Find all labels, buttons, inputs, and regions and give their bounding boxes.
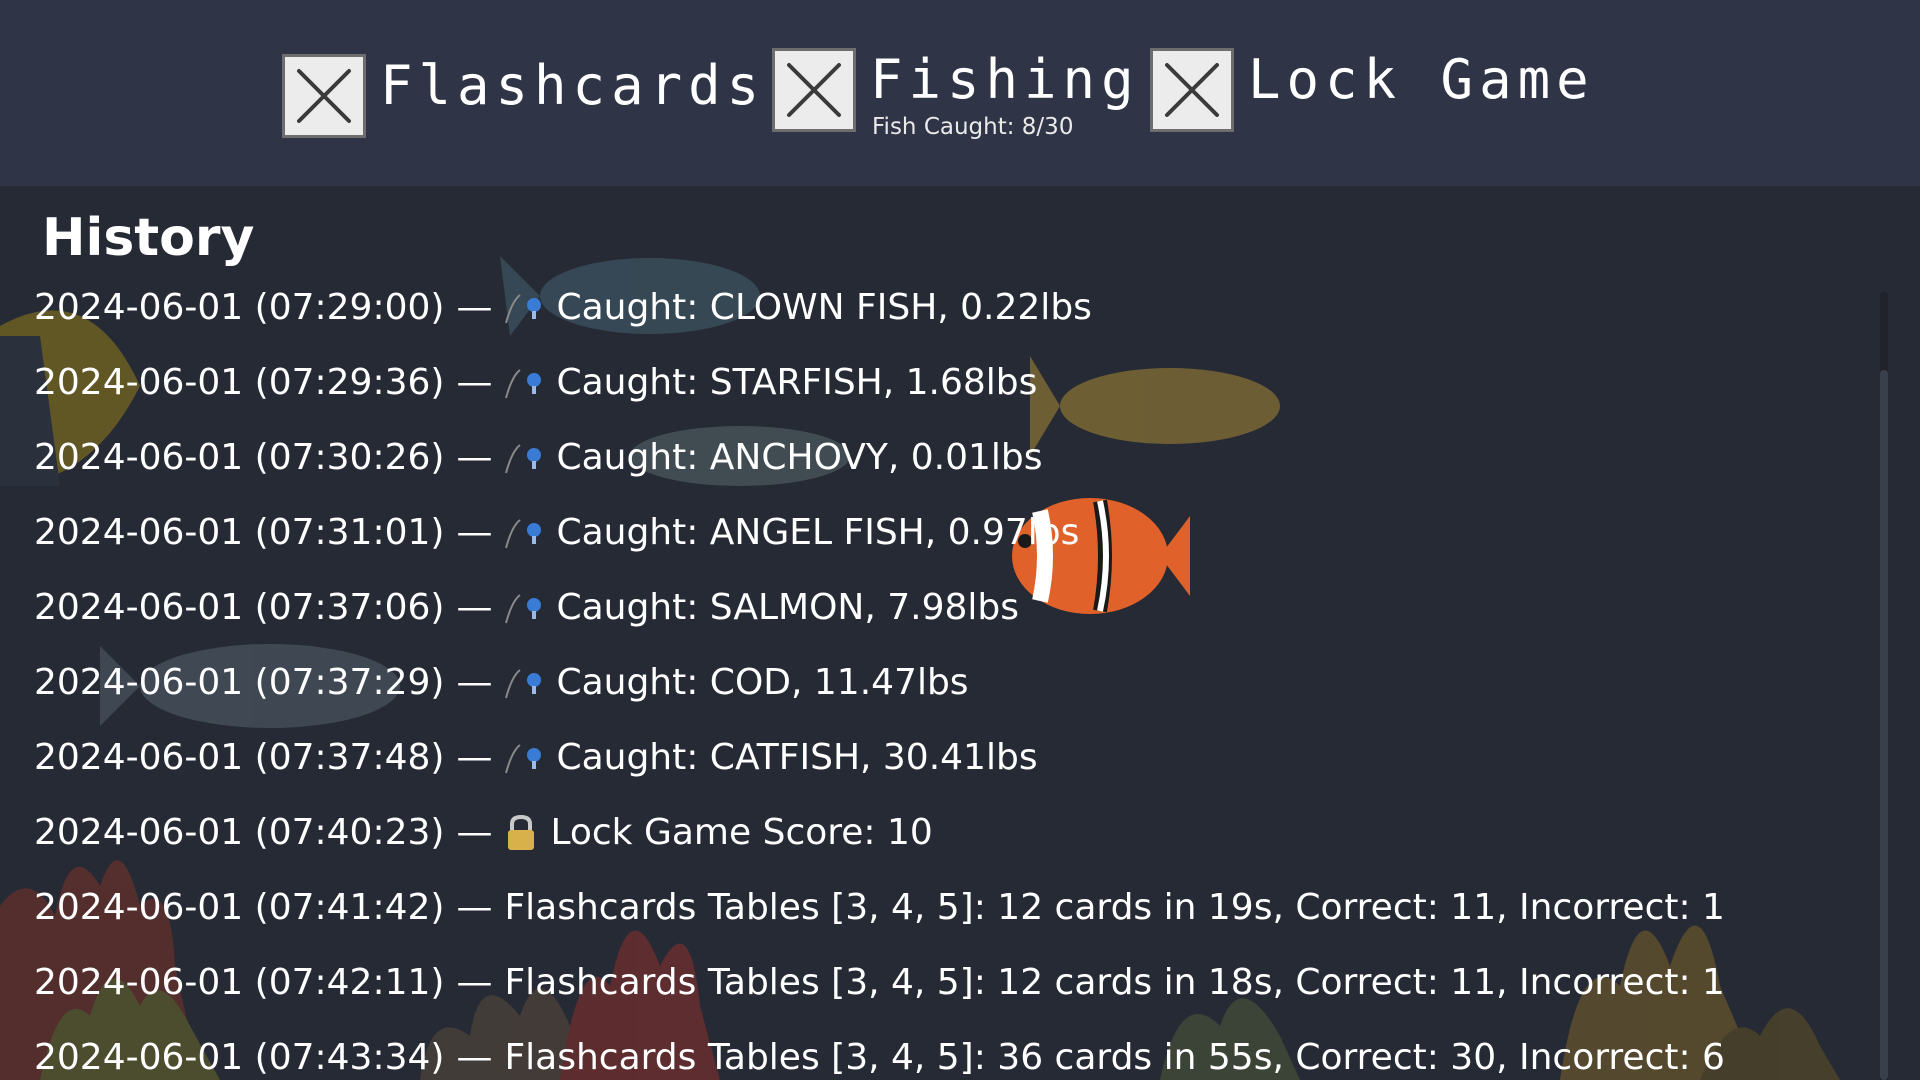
history-text: Flashcards Tables [3, 4, 5]: 12 cards in…: [504, 887, 1725, 928]
separator: —: [456, 662, 493, 703]
history-row: 2024-06-01 (07:29:36) — Caught: STARFISH…: [34, 345, 1854, 420]
history-row: 2024-06-01 (07:42:11) — Flashcards Table…: [34, 945, 1854, 1020]
separator: —: [456, 287, 493, 328]
separator: —: [456, 887, 493, 928]
top-nav-bar: Flashcards Fishing Fish Caught: 8/30 Loc…: [0, 0, 1920, 186]
fishing-rod-icon: [504, 366, 544, 400]
separator: —: [456, 737, 493, 778]
history-row: 2024-06-01 (07:29:00) — Caught: CLOWN FI…: [34, 270, 1854, 345]
history-timestamp: 2024-06-01 (07:42:11): [34, 962, 445, 1003]
nav-fishing-button[interactable]: Fishing Fish Caught: 8/30: [772, 48, 1140, 140]
fishing-rod-icon: [504, 666, 544, 700]
separator: —: [456, 962, 493, 1003]
fishing-rod-icon: [504, 291, 544, 325]
close-icon[interactable]: [772, 48, 856, 132]
history-text: Caught: SALMON, 7.98lbs: [556, 587, 1019, 628]
history-timestamp: 2024-06-01 (07:37:29): [34, 662, 445, 703]
history-panel: History 2024-06-01 (07:29:00) — Caught: …: [0, 186, 1920, 1080]
nav-flashcards-button[interactable]: Flashcards: [282, 54, 765, 138]
separator: —: [456, 587, 493, 628]
close-icon[interactable]: [1150, 48, 1234, 132]
padlock-icon: [504, 814, 538, 852]
history-row: 2024-06-01 (07:37:06) — Caught: SALMON, …: [34, 570, 1854, 645]
nav-lock-game-button[interactable]: Lock Game: [1150, 48, 1595, 132]
history-title: History: [42, 208, 255, 268]
history-timestamp: 2024-06-01 (07:43:34): [34, 1037, 445, 1078]
history-text: Caught: ANCHOVY, 0.01lbs: [556, 437, 1043, 478]
fishing-rod-icon: [504, 741, 544, 775]
history-row: 2024-06-01 (07:43:34) — Flashcards Table…: [34, 1020, 1854, 1080]
history-row: 2024-06-01 (07:31:01) — Caught: ANGEL FI…: [34, 495, 1854, 570]
history-timestamp: 2024-06-01 (07:37:48): [34, 737, 445, 778]
nav-flashcards-label: Flashcards: [380, 54, 766, 117]
separator: —: [456, 437, 493, 478]
history-list: 2024-06-01 (07:29:00) — Caught: CLOWN FI…: [34, 270, 1854, 1080]
nav-lock-game-label: Lock Game: [1248, 48, 1595, 111]
history-timestamp: 2024-06-01 (07:29:36): [34, 362, 445, 403]
fishing-rod-icon: [504, 441, 544, 475]
history-timestamp: 2024-06-01 (07:40:23): [34, 812, 445, 853]
history-row: 2024-06-01 (07:40:23) — Lock Game Score:…: [34, 795, 1854, 870]
separator: —: [456, 362, 493, 403]
history-timestamp: 2024-06-01 (07:29:00): [34, 287, 445, 328]
history-row: 2024-06-01 (07:37:48) — Caught: CATFISH,…: [34, 720, 1854, 795]
history-timestamp: 2024-06-01 (07:41:42): [34, 887, 445, 928]
history-text: Caught: CLOWN FISH, 0.22lbs: [556, 287, 1092, 328]
history-text: Caught: CATFISH, 30.41lbs: [556, 737, 1038, 778]
close-icon[interactable]: [282, 54, 366, 138]
history-text: Caught: STARFISH, 1.68lbs: [556, 362, 1038, 403]
history-timestamp: 2024-06-01 (07:37:06): [34, 587, 445, 628]
separator: —: [456, 812, 493, 853]
fish-caught-counter: Fish Caught: 8/30: [872, 114, 1074, 140]
history-text: Flashcards Tables [3, 4, 5]: 36 cards in…: [504, 1037, 1725, 1078]
history-timestamp: 2024-06-01 (07:30:26): [34, 437, 445, 478]
history-text: Caught: ANGEL FISH, 0.97lbs: [556, 512, 1080, 553]
history-row: 2024-06-01 (07:41:42) — Flashcards Table…: [34, 870, 1854, 945]
fishing-rod-icon: [504, 516, 544, 550]
history-text: Lock Game Score: 10: [550, 812, 933, 853]
history-timestamp: 2024-06-01 (07:31:01): [34, 512, 445, 553]
separator: —: [456, 1037, 493, 1078]
history-text: Flashcards Tables [3, 4, 5]: 12 cards in…: [504, 962, 1725, 1003]
history-row: 2024-06-01 (07:37:29) — Caught: COD, 11.…: [34, 645, 1854, 720]
separator: —: [456, 512, 493, 553]
fishing-rod-icon: [504, 591, 544, 625]
nav-fishing-label: Fishing: [870, 48, 1140, 111]
scrollbar-thumb[interactable]: [1880, 370, 1888, 1080]
history-text: Caught: COD, 11.47lbs: [556, 662, 969, 703]
history-row: 2024-06-01 (07:30:26) — Caught: ANCHOVY,…: [34, 420, 1854, 495]
